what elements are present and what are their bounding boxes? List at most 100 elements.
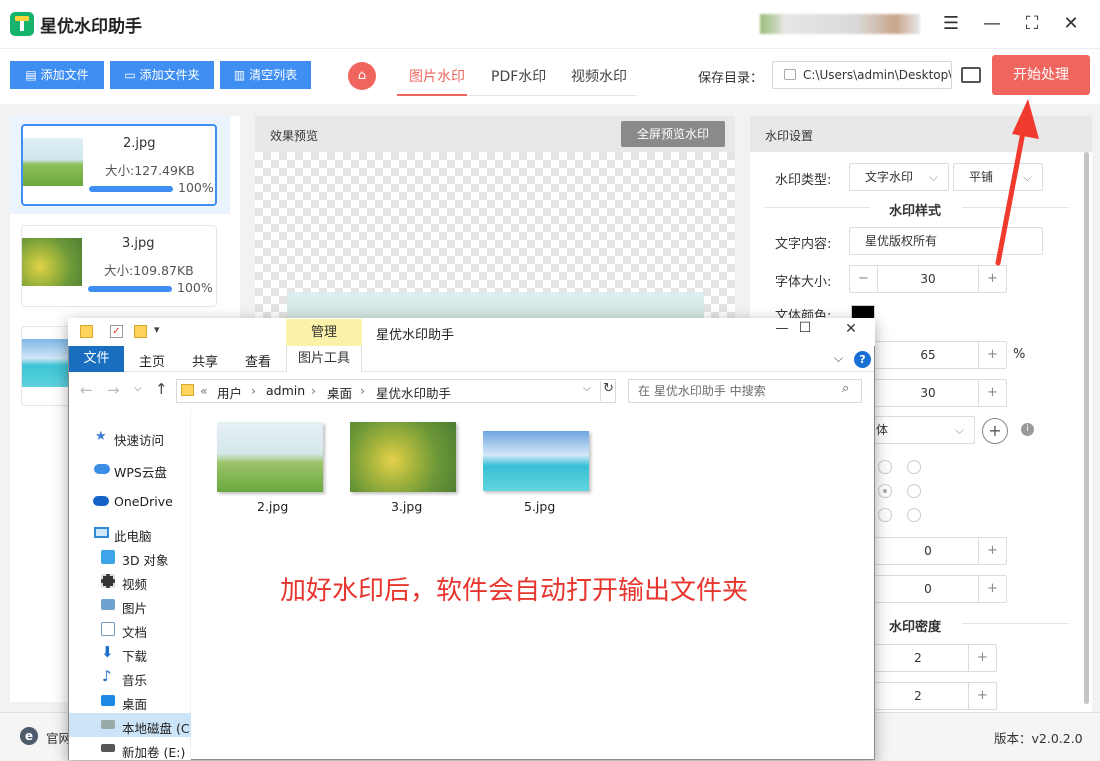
font-size-value[interactable]: 30 [878,266,978,292]
folder-icon [181,384,194,396]
tab-pdf-watermark[interactable]: PDF水印 [491,66,546,86]
file-name[interactable]: 5.jpg [524,499,555,514]
increment-button[interactable]: + [968,645,996,671]
close-button[interactable]: ✕ [1057,10,1085,38]
file-card[interactable]: 3.jpg 大小:109.87KB 100% [21,225,217,307]
properties-icon[interactable]: ✓ [110,325,123,338]
opacity-value[interactable]: 65 [878,342,978,368]
quick-access-dropdown-icon[interactable]: ▾ [154,323,160,336]
forward-arrow-icon[interactable]: → [107,381,120,399]
nav-item-desktop[interactable]: 桌面 [122,694,147,713]
file-thumbnail[interactable] [350,422,456,492]
nav-item-videos[interactable]: 视频 [122,574,147,593]
position-radio[interactable] [878,484,892,498]
help-icon[interactable]: ? [854,351,871,368]
breadcrumb-item[interactable]: 用户 [217,383,242,402]
address-dropdown-icon[interactable]: ⌵ [583,383,591,394]
nav-item-quick-access[interactable]: 快速访问 [114,430,164,449]
file-thumbnail[interactable] [217,422,323,492]
settings-icon[interactable]: ☰ [937,10,965,38]
user-account-avatar[interactable] [760,14,920,34]
nav-item-wps-cloud[interactable]: WPS云盘 [114,462,167,481]
save-dir-input[interactable]: C:\Users\admin\Desktop\ [772,61,952,89]
recent-dropdown-icon[interactable]: ⌵ [134,383,142,394]
text-content-label: 文字内容: [775,237,832,252]
home-icon[interactable]: ⌂ [348,62,376,90]
settings-title: 水印设置 [765,129,814,143]
increment-button[interactable]: + [978,538,1006,564]
breadcrumb-item[interactable]: 桌面 [327,383,352,402]
ribbon-tab-home[interactable]: 主页 [139,351,165,370]
breadcrumb-overflow[interactable]: « [200,383,208,398]
file-size: 大小:109.87KB [104,263,194,278]
increment-button[interactable]: + [978,342,1006,368]
documents-icon [101,622,115,636]
nav-item-onedrive[interactable]: OneDrive [114,494,173,509]
ribbon-tab-file[interactable]: 文件 [69,346,124,372]
up-arrow-icon[interactable]: ↑ [155,380,168,398]
info-icon[interactable]: i [1021,423,1034,436]
explorer-close-button[interactable]: ✕ [836,321,866,337]
watermark-type-select[interactable]: 文字水印 ⌵ [849,163,949,191]
file-card[interactable]: 2.jpg 大小:127.49KB 100% [21,124,217,206]
nav-item-new-volume-e[interactable]: 新加卷 (E:) [122,742,185,761]
offset-y-value[interactable]: 0 [878,576,978,602]
nav-item-local-disk-c[interactable]: 本地磁盘 (C: [122,718,190,737]
tab-video-watermark[interactable]: 视频水印 [571,66,627,86]
ribbon-tab-share[interactable]: 共享 [192,351,218,370]
fullscreen-preview-button[interactable]: 全屏预览水印 [621,121,725,147]
start-processing-button[interactable]: 开始处理 [992,55,1090,95]
file-name[interactable]: 2.jpg [257,499,288,514]
file-name[interactable]: 3.jpg [391,499,422,514]
explorer-maximize-button[interactable]: ☐ [790,320,820,336]
volume-icon [101,744,115,752]
tab-image-watermark[interactable]: 图片水印 [409,66,465,86]
increment-button[interactable]: + [968,683,996,709]
clear-list-button[interactable]: ▥ 清空列表 [220,61,311,89]
file-thumbnail [22,238,82,286]
nav-item-documents[interactable]: 文档 [122,622,147,641]
breadcrumb-item[interactable]: 星优水印助手 [376,383,451,402]
increment-button[interactable]: + [978,380,1006,406]
maximize-button[interactable]: ⛶ [1018,10,1046,38]
opacity-unit: % [1013,347,1026,362]
refresh-icon[interactable]: ↻ [600,381,616,401]
position-radio[interactable] [878,460,892,474]
ribbon-tab-view[interactable]: 查看 [245,351,271,370]
nav-item-pictures[interactable]: 图片 [122,598,147,617]
website-icon[interactable]: e [20,727,38,745]
nav-item-downloads[interactable]: 下载 [122,646,147,665]
minimize-button[interactable]: — [978,10,1006,38]
add-file-label: 添加文件 [40,68,89,82]
search-icon[interactable]: ⌕ [842,381,849,396]
position-radio[interactable] [907,484,921,498]
density-x-value[interactable]: 2 [868,645,968,671]
position-radio[interactable] [878,508,892,522]
settings-scrollbar[interactable] [1084,152,1089,704]
decrement-button[interactable]: − [850,266,878,292]
new-folder-icon[interactable] [134,325,147,338]
nav-item-3d-objects[interactable]: 3D 对象 [122,550,169,569]
nav-item-this-pc[interactable]: 此电脑 [114,526,152,545]
back-arrow-icon[interactable]: ← [80,381,93,399]
nav-item-music[interactable]: 音乐 [122,670,147,689]
open-folder-icon[interactable] [961,67,981,83]
density-y-value[interactable]: 2 [868,683,968,709]
ribbon-tab-picture-tools[interactable]: 图片工具 [286,346,362,372]
search-input[interactable]: 在 星优水印助手 中搜索 [628,379,862,403]
offset-x-value[interactable]: 0 [878,538,978,564]
position-radio[interactable] [907,508,921,522]
rotation-value[interactable]: 30 [878,380,978,406]
position-radio[interactable] [907,460,921,474]
ribbon-expand-icon[interactable]: ⌵ [834,351,843,366]
annotation-arrow [995,99,1039,266]
add-font-icon[interactable]: + [982,418,1008,444]
manage-tab[interactable]: 管理 [286,319,362,346]
file-thumbnail[interactable] [483,431,589,491]
increment-button[interactable]: + [978,576,1006,602]
font-size-stepper[interactable]: − 30 + [849,265,1007,293]
breadcrumb-item[interactable]: admin [266,383,305,398]
desktop-icon [101,695,115,706]
add-file-button[interactable]: ▤ 添加文件 [10,61,104,89]
add-folder-button[interactable]: ▭ 添加文件夹 [110,61,214,89]
